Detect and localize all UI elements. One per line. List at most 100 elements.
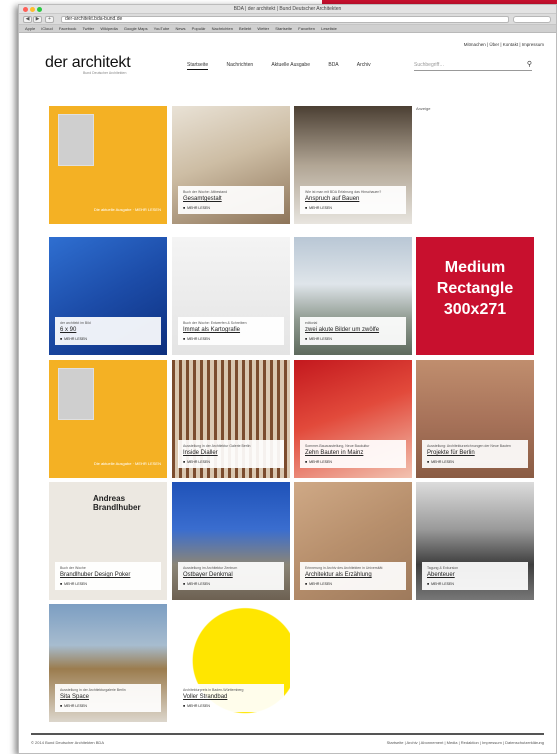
magazine-link[interactable]: Die aktuelle Ausgabe · MEHR LESEN <box>94 207 161 213</box>
article-title[interactable]: Architektur als Erzählung <box>305 572 401 579</box>
article-tile-inside[interactable]: Ausstellung in der Architektur Galerie B… <box>172 360 290 478</box>
article-card: Wie ist man mit BDA Erfahrung das Hinsch… <box>300 185 406 214</box>
magazine-cover <box>58 368 94 420</box>
article-tile-voller[interactable]: Architekturpreis in Baden-Württemberg Vo… <box>172 604 290 722</box>
bookmark-item[interactable]: Twitter <box>82 26 94 31</box>
site-logo[interactable]: der architekt <box>45 54 131 72</box>
bookmark-item[interactable]: iCloud <box>41 26 52 31</box>
article-tile-gesamtgestalt[interactable]: Buch der Woche: Altbestand Gesamtgestalt… <box>172 106 290 224</box>
search-input[interactable]: Suchbegriff… ⚲ <box>414 59 532 71</box>
ad-text-line: Rectangle <box>436 280 514 297</box>
bookmark-item[interactable]: Startseite <box>275 26 292 31</box>
read-more-link[interactable]: MEHR LESEN <box>60 704 156 708</box>
article-kicker: Wie ist man mit BDA Erfahrung das Hinsch… <box>305 189 382 194</box>
article-kicker: Architekturpreis in Baden-Württemberg <box>183 687 244 692</box>
article-tile-zehn[interactable]: Sommer-Bauausstellung, Neue Baukultur Ze… <box>294 360 412 478</box>
article-title[interactable]: Ostbayer Denkmal <box>183 572 279 579</box>
article-title[interactable]: Voller Strandbad <box>183 694 279 701</box>
bookmark-item[interactable]: Google Maps <box>124 26 148 31</box>
article-title[interactable]: 6 x 90 <box>60 327 156 334</box>
article-kicker: Buch der Woche: Altbestand <box>183 189 228 194</box>
read-more-link[interactable]: MEHR LESEN <box>305 582 401 586</box>
read-more-link[interactable]: MEHR LESEN <box>427 582 523 586</box>
medium-rectangle-ad[interactable]: Medium Rectangle 300x271 <box>416 237 534 355</box>
share-icon[interactable]: + <box>45 16 54 23</box>
book-cover-title: Andreas Brandlhuber <box>93 494 141 512</box>
article-tile-projekte[interactable]: Ausstellung: Architekturzeichnungen der … <box>416 360 534 478</box>
bookmark-item[interactable]: Wetter <box>257 26 269 31</box>
magazine-cover <box>58 114 94 166</box>
read-more-link[interactable]: MEHR LESEN <box>183 460 279 464</box>
ad-text-line: 300x271 <box>443 301 507 318</box>
read-more-link[interactable]: MEHR LESEN <box>305 460 401 464</box>
window-title: BDA | der architekt | Bund Deutscher Arc… <box>233 6 342 12</box>
bookmark-item[interactable]: News <box>176 26 186 31</box>
address-bar[interactable]: der-architekt.bda-bund.de <box>61 16 509 23</box>
article-tile-immat[interactable]: Buch der Woche: Entwerfen & Schreiben Im… <box>172 237 290 355</box>
article-title[interactable]: zwei akute Bilder um zwölfe <box>305 327 401 334</box>
article-title[interactable]: Brandlhuber Design Poker <box>60 572 156 579</box>
title-bar: BDA | der architekt | Bund Deutscher Arc… <box>19 5 556 14</box>
article-title[interactable]: Gesamtgestalt <box>183 196 279 203</box>
bookmark-item[interactable]: Leseliste <box>321 26 337 31</box>
bookmark-item[interactable]: Wikipedia <box>100 26 117 31</box>
article-card: Ausstellung im Architektur Zentrum Ostba… <box>178 561 284 590</box>
nav-archiv[interactable]: Archiv <box>357 62 371 68</box>
browser-search-field[interactable] <box>513 16 551 23</box>
article-tile-brandlhuber[interactable]: Andreas Brandlhuber Buch der Woche Brand… <box>49 482 167 600</box>
bookmark-item[interactable]: Favoriten <box>298 26 315 31</box>
article-tile-abenteuer[interactable]: Tagung & Exkursion Abenteuer MEHR LESEN <box>416 482 534 600</box>
read-more-link[interactable]: MEHR LESEN <box>60 337 156 341</box>
nav-aktuelle-ausgabe[interactable]: Aktuelle Ausgabe <box>271 62 310 68</box>
article-kicker: Ausstellung im Architektur Zentrum <box>183 565 238 570</box>
nav-bda[interactable]: BDA <box>328 62 338 68</box>
read-more-link[interactable]: MEHR LESEN <box>183 582 279 586</box>
article-title[interactable]: Anspruch auf Bauen <box>305 196 401 203</box>
read-more-link[interactable]: MEHR LESEN <box>427 460 523 464</box>
main-nav: Startseite Nachrichten Aktuelle Ausgabe … <box>187 62 388 70</box>
article-kicker: Ausstellung in der Architekturgalerie Be… <box>60 687 126 692</box>
article-title[interactable]: Zehn Bauten in Mainz <box>305 450 401 457</box>
magazine-tile[interactable]: Die aktuelle Ausgabe · MEHR LESEN <box>49 106 167 224</box>
article-title[interactable]: Immat als Kartografie <box>183 327 279 334</box>
read-more-link[interactable]: MEHR LESEN <box>183 337 279 341</box>
article-title[interactable]: Sita Space <box>60 694 156 701</box>
article-card: der architekt im Bild 6 x 90 MEHR LESEN <box>55 316 161 345</box>
article-tile-anspruch[interactable]: Wie ist man mit BDA Erfahrung das Hinsch… <box>294 106 412 224</box>
ad-label: Anzeige <box>416 106 431 111</box>
bookmark-item[interactable]: Populär <box>192 26 206 31</box>
logo-subtitle: Bund Deutscher Architekten <box>83 71 127 75</box>
article-tile-architektur[interactable]: Erinnerung in Archiv des Architekten in … <box>294 482 412 600</box>
search-icon[interactable]: ⚲ <box>527 59 532 71</box>
article-tile-ostbayer[interactable]: Ausstellung im Architektur Zentrum Ostba… <box>172 482 290 600</box>
article-kicker: Ausstellung: Architekturzeichnungen der … <box>427 443 511 448</box>
magazine-tile[interactable]: Die aktuelle Ausgabe · MEHR LESEN <box>49 360 167 478</box>
bookmark-item[interactable]: Facebook <box>59 26 77 31</box>
bookmark-item[interactable]: YouTube <box>154 26 170 31</box>
read-more-link[interactable]: MEHR LESEN <box>60 582 156 586</box>
article-title[interactable]: Abenteuer <box>427 572 523 579</box>
article-kicker: editorial <box>305 320 318 325</box>
read-more-link[interactable]: MEHR LESEN <box>305 337 401 341</box>
article-tile-zwei[interactable]: editorial zwei akute Bilder um zwölfe ME… <box>294 237 412 355</box>
article-card: Tagung & Exkursion Abenteuer MEHR LESEN <box>422 561 528 590</box>
bookmark-item[interactable]: Nachrichten <box>212 26 233 31</box>
read-more-link[interactable]: MEHR LESEN <box>183 704 279 708</box>
nav-startseite[interactable]: Startseite <box>187 62 209 70</box>
service-nav[interactable]: Mitmachen | Über | Kontakt | Impressum <box>464 42 544 47</box>
article-tile-sita[interactable]: Ausstellung in der Architekturgalerie Be… <box>49 604 167 722</box>
bookmark-item[interactable]: Apple <box>25 26 35 31</box>
article-kicker: der architekt im Bild <box>60 320 91 325</box>
article-title[interactable]: Projekte für Berlin <box>427 450 523 457</box>
read-more-link[interactable]: MEHR LESEN <box>183 206 279 210</box>
article-card: Buch der Woche Brandlhuber Design Poker … <box>55 561 161 590</box>
bookmark-item[interactable]: Beliebt <box>239 26 251 31</box>
nav-nachrichten[interactable]: Nachrichten <box>227 62 254 68</box>
article-title[interactable]: Inside Dialler <box>183 450 279 457</box>
magazine-link[interactable]: Die aktuelle Ausgabe · MEHR LESEN <box>94 461 161 467</box>
footer-links[interactable]: Startseite | Archiv | Abonnement | Media… <box>387 740 544 745</box>
article-tile-6x90[interactable]: der architekt im Bild 6 x 90 MEHR LESEN <box>49 237 167 355</box>
forward-icon[interactable]: ▶ <box>33 16 42 23</box>
back-icon[interactable]: ◀ <box>23 16 32 23</box>
read-more-link[interactable]: MEHR LESEN <box>305 206 401 210</box>
